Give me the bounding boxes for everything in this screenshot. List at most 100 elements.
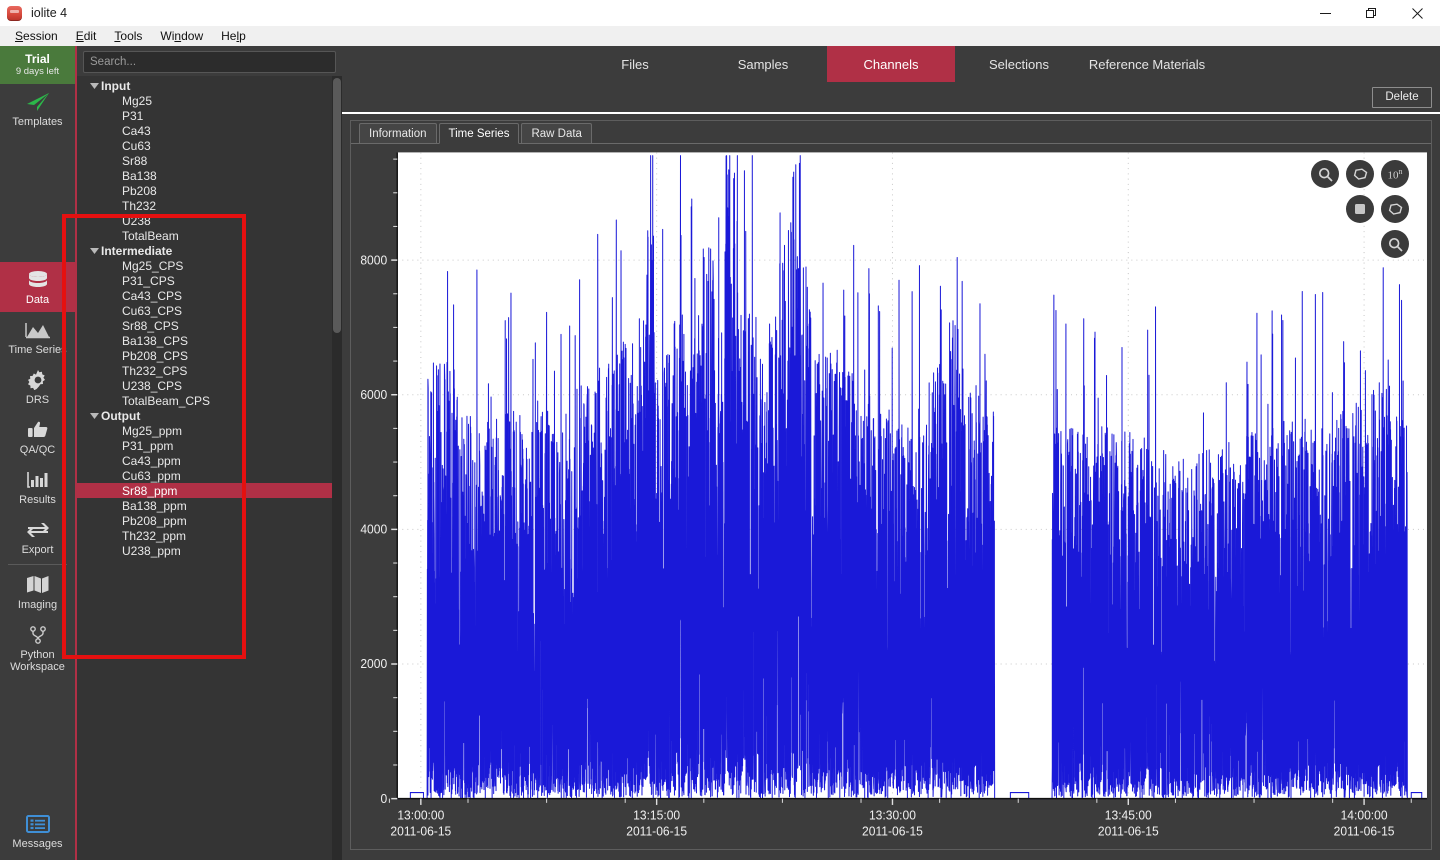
subtab-time-series[interactable]: Time Series	[438, 123, 520, 144]
tree-item-pb208[interactable]: Pb208	[77, 183, 342, 198]
sidebar-item-export[interactable]: Export	[0, 512, 75, 562]
chevron-down-icon[interactable]	[87, 247, 101, 254]
tab-channels[interactable]: Channels	[827, 46, 955, 82]
tree-item-u238_ppm[interactable]: U238_ppm	[77, 543, 342, 558]
tree-item-th232_ppm[interactable]: Th232_ppm	[77, 528, 342, 543]
freeform-select-icon[interactable]	[1381, 195, 1409, 223]
zoom-out-icon[interactable]	[1381, 230, 1409, 258]
tree-item-p31_ppm[interactable]: P31_ppm	[77, 438, 342, 453]
y-tick-label: 4000	[360, 522, 387, 536]
tab-samples[interactable]: Samples	[699, 46, 827, 82]
tree-item-pb208_cps[interactable]: Pb208_CPS	[77, 348, 342, 363]
channels-tree[interactable]: Input Mg25 P31 Ca43 Cu63 Sr88 Ba138 Pb208 Th232 U…	[77, 76, 342, 860]
tree-item-u238_cps[interactable]: U238_CPS	[77, 378, 342, 393]
tree-item-totalbeam[interactable]: TotalBeam	[77, 228, 342, 243]
close-icon[interactable]	[1394, 0, 1440, 26]
tree-item-ba138_cps[interactable]: Ba138_CPS	[77, 333, 342, 348]
rectangle-select-icon[interactable]	[1346, 195, 1374, 223]
tree-item-th232[interactable]: Th232	[77, 198, 342, 213]
tree-group-intermediate[interactable]: Intermediate	[77, 243, 342, 258]
lasso-select-icon[interactable]	[1346, 160, 1374, 188]
tree-item-totalbeam_cps[interactable]: TotalBeam_CPS	[77, 393, 342, 408]
x-tick-time: 13:15:00	[633, 808, 680, 822]
left-rail: Trial 9 days left Templates Data Time Se…	[0, 46, 75, 860]
tree-item-mg25_ppm[interactable]: Mg25_ppm	[77, 423, 342, 438]
chevron-down-icon[interactable]	[87, 412, 101, 419]
menu-edit[interactable]: Edit	[67, 27, 106, 45]
minimize-icon[interactable]	[1302, 0, 1348, 26]
rail-gap-bottom	[0, 679, 75, 807]
restore-icon[interactable]	[1348, 0, 1394, 26]
sidebar-item-python-workspace[interactable]: Python Workspace	[0, 617, 75, 679]
tree-group-label: Output	[101, 408, 141, 423]
sidebar-item-time-series[interactable]: Time Series	[0, 312, 75, 362]
sidebar-item-results[interactable]: Results	[0, 462, 75, 512]
sidebar-item-qaqc[interactable]: QA/QC	[0, 412, 75, 462]
tree-item-cu63[interactable]: Cu63	[77, 138, 342, 153]
trial-subtitle: 9 days left	[15, 65, 60, 77]
tree-item-u238[interactable]: U238	[77, 213, 342, 228]
tree-item-cu63_ppm[interactable]: Cu63_ppm	[77, 468, 342, 483]
chevron-down-icon[interactable]	[87, 82, 101, 89]
subtab-information[interactable]: Information	[359, 123, 437, 143]
subtab-raw-data[interactable]: Raw Data	[521, 123, 592, 143]
sidebar-label-data: Data	[25, 293, 50, 306]
tree-item-sr88_ppm[interactable]: Sr88_ppm	[77, 483, 342, 498]
app-shell: Trial 9 days left Templates Data Time Se…	[0, 46, 1440, 860]
rail-gap-top	[0, 134, 75, 262]
x-tick-date: 2011-06-15	[1334, 824, 1395, 838]
menubar: Session Edit Tools Window Help	[0, 26, 1440, 46]
primary-tabbar[interactable]: Files Samples Channels Selections Reference …	[342, 46, 1440, 82]
menu-help[interactable]: Help	[212, 27, 255, 45]
tree-item-p31_cps[interactable]: P31_CPS	[77, 273, 342, 288]
tree-item-ba138_ppm[interactable]: Ba138_ppm	[77, 498, 342, 513]
menu-window[interactable]: Window	[151, 27, 212, 45]
tree-item-ca43_ppm[interactable]: Ca43_ppm	[77, 453, 342, 468]
sidebar-label-python-workspace: Python Workspace	[10, 648, 65, 673]
trial-badge: Trial 9 days left	[0, 46, 75, 84]
x-tick-time: 13:30:00	[869, 808, 916, 822]
sidebar-label-drs: DRS	[25, 393, 50, 406]
tree-item-sr88[interactable]: Sr88	[77, 153, 342, 168]
channels-tree-panel: Search... Input Mg25 P31 Ca43 Cu63 Sr88 Ba138 P…	[75, 46, 342, 860]
zoom-in-icon[interactable]	[1311, 160, 1339, 188]
sidebar-label-results: Results	[19, 493, 56, 506]
y-tick-label: 2000	[360, 657, 387, 671]
detail-tabbar[interactable]: Information Time Series Raw Data	[351, 121, 1431, 144]
tree-group-output[interactable]: Output	[77, 408, 342, 423]
log-scale-icon[interactable]: 10n	[1381, 160, 1409, 188]
sidebar-item-imaging[interactable]: Imaging	[0, 567, 75, 617]
sidebar-item-data[interactable]: Data	[0, 261, 75, 312]
sidebar-label-messages: Messages	[12, 838, 63, 850]
tree-group-input[interactable]: Input	[77, 78, 342, 93]
tree-group-label: Intermediate	[101, 243, 173, 258]
tree-item-cu63_cps[interactable]: Cu63_CPS	[77, 303, 342, 318]
tree-item-p31[interactable]: P31	[77, 108, 342, 123]
y-tick-label: 8000	[360, 253, 387, 267]
tree-scrollbar[interactable]	[332, 76, 342, 860]
menu-session[interactable]: Session	[6, 27, 67, 45]
tree-item-ca43_cps[interactable]: Ca43_CPS	[77, 288, 342, 303]
tab-reference-materials[interactable]: Reference Materials	[1083, 46, 1211, 82]
tree-item-sr88_cps[interactable]: Sr88_CPS	[77, 318, 342, 333]
menu-tools[interactable]: Tools	[105, 27, 151, 45]
tree-item-pb208_ppm[interactable]: Pb208_ppm	[77, 513, 342, 528]
arrows-exchange-icon	[25, 519, 51, 541]
sidebar-item-messages[interactable]: Messages	[0, 806, 75, 860]
tree-scroll-thumb[interactable]	[333, 78, 341, 333]
tree-item-ca43[interactable]: Ca43	[77, 123, 342, 138]
tree-item-mg25_cps[interactable]: Mg25_CPS	[77, 258, 342, 273]
bar-chart-icon	[25, 469, 51, 491]
tab-files[interactable]: Files	[571, 46, 699, 82]
chart-canvas[interactable]: 0 2000 4000 6000 8000 13:00:00 2011-06-15 13:15…	[351, 144, 1431, 849]
sidebar-item-drs[interactable]: DRS	[0, 362, 75, 412]
tree-item-mg25[interactable]: Mg25	[77, 93, 342, 108]
sidebar-item-templates[interactable]: Templates	[0, 84, 75, 134]
tree-item-ba138[interactable]: Ba138	[77, 168, 342, 183]
time-series-chart[interactable]: 0 2000 4000 6000 8000 13:00:00 2011-06-15 13:15…	[351, 144, 1431, 849]
delete-button[interactable]: Delete	[1372, 86, 1432, 108]
tab-selections[interactable]: Selections	[955, 46, 1083, 82]
x-tick-date: 2011-06-15	[862, 824, 923, 838]
search-input[interactable]: Search...	[83, 51, 336, 73]
tree-item-th232_cps[interactable]: Th232_CPS	[77, 363, 342, 378]
